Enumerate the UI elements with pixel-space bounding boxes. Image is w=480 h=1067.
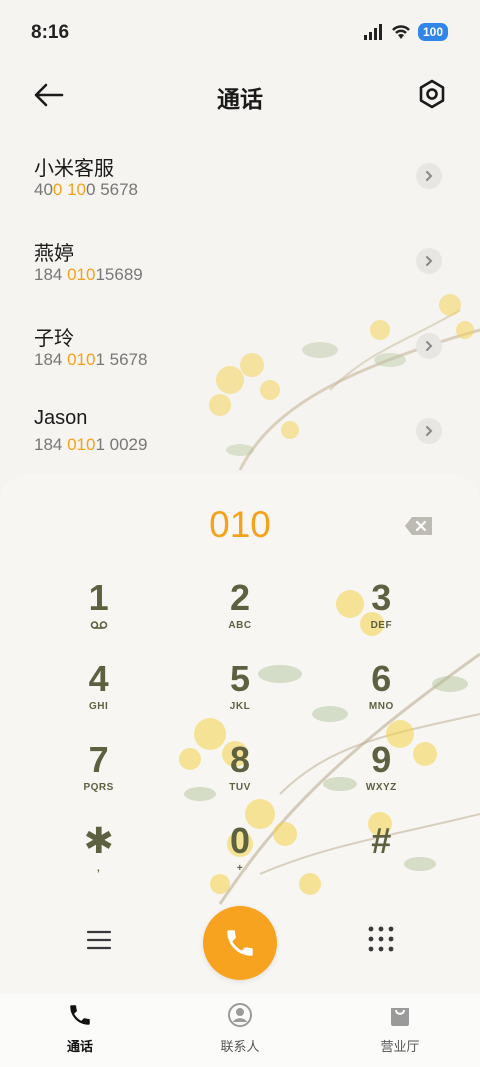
contact-list: 小米客服 400 100 5678 燕婷 184 01015689 子玲 184… <box>0 130 480 470</box>
dial-key-digit: 9 <box>371 739 392 780</box>
header: 通话 <box>0 68 480 124</box>
contact-name: 燕婷 <box>34 243 74 265</box>
dial-key-letters: ABC <box>228 620 252 631</box>
dial-key[interactable]: 9 WXYZ <box>311 740 452 810</box>
contact-row[interactable]: 燕婷 184 01015689 <box>0 215 480 300</box>
contact-detail-button[interactable] <box>416 248 442 274</box>
dialpad-sheet: 010 1 2 ABC 3 DEF 4 GHI 5 JKL 6 MNO 7 PQRS 8 TUV 9 WXYZ… <box>0 474 480 994</box>
contact-number: 184 0101 5678 <box>34 350 147 370</box>
contact-number: 184 01015689 <box>34 265 143 285</box>
number-match-highlight: 010 <box>67 435 96 454</box>
dial-key[interactable]: 3 DEF <box>311 578 452 648</box>
store-bag-icon <box>391 1008 409 1026</box>
dial-key-digit: 7 <box>88 739 109 780</box>
voicemail-icon <box>28 620 169 634</box>
dial-key[interactable]: 4 GHI <box>28 659 169 729</box>
dial-key-letters: JKL <box>229 701 251 712</box>
dial-key[interactable]: 7 PQRS <box>28 740 169 810</box>
dial-key-digit: 0 <box>229 820 250 861</box>
keypad-toggle-icon[interactable] <box>368 926 394 952</box>
number-part: 0 5678 <box>86 180 139 199</box>
contact-name: 子玲 <box>34 328 74 350</box>
phone-icon <box>70 1005 90 1025</box>
contact-row[interactable]: 子玲 184 0101 5678 <box>0 300 480 385</box>
phone-call-icon <box>227 930 253 956</box>
call-button[interactable] <box>203 906 277 980</box>
dial-key[interactable]: 2 ABC <box>169 578 310 648</box>
dial-key-digit: ✱ <box>83 820 114 861</box>
menu-icon[interactable] <box>86 928 112 952</box>
number-match-highlight: 010 <box>67 265 96 284</box>
number-part: 1 5678 <box>95 350 148 369</box>
status-icons: 100 <box>363 23 448 41</box>
dial-key[interactable]: 1 <box>28 578 169 648</box>
chevron-right-icon <box>426 426 433 436</box>
dial-key-digit: 2 <box>229 577 250 618</box>
dial-key-digit: 8 <box>229 739 250 780</box>
nav-tab-calls[interactable]: 通话 <box>0 994 160 1067</box>
dial-key[interactable]: 8 TUV <box>169 740 310 810</box>
status-time: 8:16 <box>31 22 70 43</box>
status-bar: 8:16 100 <box>0 0 480 64</box>
dialer-actions <box>0 906 480 982</box>
contact-name: 小米客服 <box>34 158 114 180</box>
number-part: 184 <box>34 435 68 454</box>
contact-detail-button[interactable] <box>416 418 442 444</box>
dial-key[interactable]: 0 + <box>169 821 310 891</box>
dial-key-digit: # <box>371 820 392 861</box>
dial-keypad: 1 2 ABC 3 DEF 4 GHI 5 JKL 6 MNO 7 PQRS 8 TUV 9 WXYZ ✱, 0 +… <box>28 578 452 891</box>
dial-key[interactable]: # <box>311 821 452 891</box>
contact-detail-button[interactable] <box>416 333 442 359</box>
dial-key-digit: 3 <box>371 577 392 618</box>
number-part: 15689 <box>95 265 143 284</box>
contact-number: 184 0101 0029 <box>34 435 147 455</box>
settings-gear-icon[interactable] <box>416 78 448 110</box>
dial-key-digit: 4 <box>88 658 109 699</box>
dial-key-letters: GHI <box>89 701 109 712</box>
dial-key-digit: 5 <box>229 658 250 699</box>
number-part: 184 <box>34 265 68 284</box>
battery-indicator: 100 <box>417 23 448 41</box>
nav-label-contacts: 联系人 <box>220 1039 260 1054</box>
bottom-nav: 通话 联系人 营业厅 <box>0 994 480 1067</box>
number-part: 184 <box>34 350 68 369</box>
nav-label-calls: 通话 <box>66 1039 93 1054</box>
backspace-icon[interactable] <box>404 516 434 536</box>
contact-row[interactable]: 小米客服 400 100 5678 <box>0 130 480 215</box>
dial-key-letters: , <box>97 863 101 874</box>
dial-key[interactable]: 6 MNO <box>311 659 452 729</box>
contact-detail-button[interactable] <box>416 163 442 189</box>
dial-key-letters <box>311 863 452 877</box>
dial-key[interactable]: ✱, <box>28 821 169 891</box>
nav-tab-contacts[interactable]: 联系人 <box>160 994 320 1067</box>
dial-key[interactable]: 5 JKL <box>169 659 310 729</box>
dial-key-letters: + <box>236 863 244 874</box>
number-match-highlight: 0 10 <box>52 180 87 199</box>
number-part: 40 <box>34 180 53 199</box>
wifi-icon <box>392 25 410 39</box>
number-match-highlight: 010 <box>67 350 96 369</box>
contact-name: Jason <box>34 407 88 429</box>
page-title: 通话 <box>217 86 263 112</box>
number-part: 1 0029 <box>95 435 148 454</box>
chevron-right-icon <box>426 256 433 266</box>
chevron-right-icon <box>426 341 433 351</box>
dial-key-letters: TUV <box>229 782 251 793</box>
dial-key-letters: WXYZ <box>365 782 397 793</box>
chevron-right-icon <box>426 171 433 181</box>
contact-row[interactable]: Jason 184 0101 0029 <box>0 385 480 470</box>
dial-key-digit: 6 <box>371 658 392 699</box>
contact-number: 400 100 5678 <box>34 180 138 200</box>
dial-key-letters: PQRS <box>83 782 114 793</box>
nav-tab-store[interactable]: 营业厅 <box>320 994 480 1067</box>
dial-key-digit: 1 <box>88 577 109 618</box>
dial-key-letters: DEF <box>370 620 393 631</box>
contact-icon <box>228 1003 252 1027</box>
nav-label-store: 营业厅 <box>380 1039 420 1054</box>
dial-key-letters: MNO <box>368 701 394 712</box>
signal-icon <box>363 24 382 40</box>
